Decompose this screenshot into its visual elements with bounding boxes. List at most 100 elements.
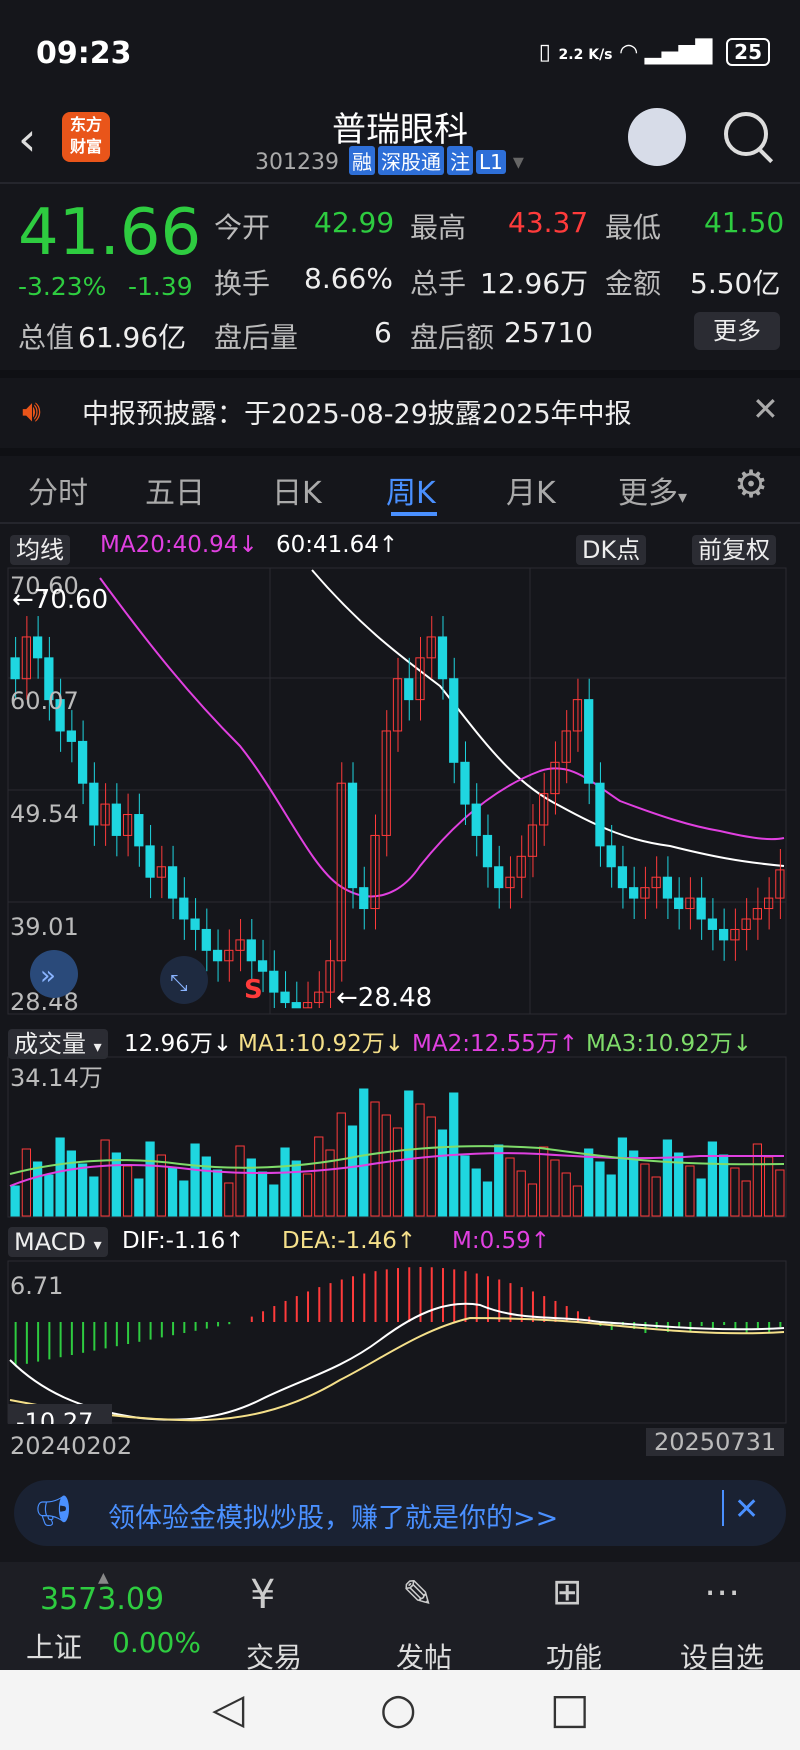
grid-icon[interactable]: ⊞ — [552, 1572, 582, 1613]
high-label: 最高 — [410, 211, 467, 244]
stock-code-line: 301239 融深股通注 L1 ▾ — [255, 146, 524, 175]
amount-label: 金额 — [605, 267, 662, 300]
volume-y-tick: 34.14万 — [10, 1064, 103, 1092]
volume-bar — [291, 1160, 301, 1217]
edit-icon[interactable]: ✎ — [402, 1572, 434, 1616]
volume-bar — [134, 1178, 144, 1217]
volume-bar — [381, 1114, 391, 1217]
candles-group — [10, 616, 785, 1009]
candle — [674, 897, 684, 910]
ma-selector[interactable]: 均线 — [10, 530, 70, 565]
volume-bar — [584, 1148, 594, 1217]
volume-value: 12.96万↓ — [124, 1031, 233, 1057]
y-tick-3: 49.54 — [10, 800, 79, 828]
low-label: 最低 — [605, 211, 662, 244]
volume-bar — [629, 1150, 639, 1217]
candle — [134, 814, 144, 847]
candle — [662, 876, 673, 899]
candle — [606, 845, 616, 868]
macd-chart[interactable]: 6.71 -10.27 — [0, 1260, 800, 1424]
candle — [595, 782, 605, 847]
macd-label: MACD ▾ — [8, 1227, 108, 1257]
volume-bar — [336, 1112, 346, 1217]
nav-home-icon[interactable]: ○ — [380, 1684, 417, 1733]
candle — [257, 960, 268, 972]
turnover-label: 换手 — [214, 267, 271, 300]
adjust-button[interactable]: 前复权 — [692, 530, 776, 565]
index-change[interactable]: 0.00% — [112, 1626, 201, 1659]
volume-bar — [32, 1161, 43, 1217]
current-price: 41.66 — [18, 196, 202, 270]
status-icons: ▯ 2.2 K/s ◠ ▂▄▆█ 25 — [539, 38, 770, 66]
candle — [719, 928, 729, 941]
candle — [201, 928, 211, 951]
y-tick-4: 39.01 — [10, 913, 79, 941]
index-value[interactable]: 3573.09 — [40, 1582, 164, 1617]
volume-ma2: MA2:12.55万↑ — [412, 1031, 579, 1057]
chevron-down-icon: ▾ — [93, 1037, 102, 1056]
chevron-down-icon[interactable]: ▾ — [513, 150, 524, 175]
candle — [111, 803, 121, 836]
dk-button[interactable]: DK点 — [576, 530, 647, 565]
candle — [629, 887, 639, 899]
volume-bar — [696, 1178, 706, 1217]
volume-bar — [415, 1103, 425, 1217]
index-name[interactable]: 上证 — [26, 1626, 82, 1666]
candle — [359, 887, 369, 910]
tab-more[interactable]: 更多▾ — [618, 468, 687, 512]
promo-text[interactable]: 领体验金模拟炒股，赚了就是你的>> — [108, 1496, 558, 1535]
close-icon[interactable]: ✕ — [752, 390, 779, 428]
volume-bar — [764, 1156, 774, 1217]
volume-selector[interactable]: 成交量 ▾ — [8, 1024, 108, 1059]
volume-bar — [482, 1181, 493, 1217]
dk-label: DK点 — [576, 535, 647, 565]
candle — [89, 782, 99, 826]
volume-chart[interactable]: 34.14万 — [0, 1056, 800, 1218]
yen-exchange-icon[interactable]: ¥ — [250, 1572, 275, 1618]
date-start: 20240202 — [10, 1432, 133, 1460]
change-pct: -3.23% — [18, 272, 107, 301]
tab-weekly-k[interactable]: 周K — [386, 468, 436, 512]
tab-intraday[interactable]: 分时 — [28, 468, 88, 512]
search-icon[interactable] — [724, 112, 768, 156]
tab-daily-k[interactable]: 日K — [272, 468, 322, 512]
tab-monthly-k[interactable]: 月K — [506, 468, 556, 512]
volume-bar — [527, 1183, 538, 1217]
volume-bar — [471, 1168, 481, 1217]
macd-dea: DEA:-1.46↑ — [282, 1228, 417, 1254]
candle — [269, 970, 279, 993]
volume-label-text: 成交量 — [14, 1030, 86, 1058]
volume-bar — [122, 1165, 133, 1217]
tab-active-indicator — [391, 512, 437, 516]
candle — [145, 845, 155, 878]
candle — [167, 866, 178, 899]
close-icon[interactable]: ✕ — [734, 1492, 759, 1527]
candle — [10, 657, 20, 680]
macd-y-top: 6.71 — [10, 1272, 63, 1300]
more-button[interactable]: 更多 — [694, 312, 780, 350]
nav-recents-icon[interactable]: □ — [550, 1684, 590, 1733]
after-amt-value: 25710 — [504, 316, 594, 349]
volume-bar — [662, 1139, 673, 1217]
kline-chart[interactable]: 70.60 60.07 49.54 39.01 28.48 ←70.60 ←28… — [0, 566, 800, 1016]
volume-bar — [89, 1176, 99, 1217]
macd-selector[interactable]: MACD ▾ — [8, 1227, 108, 1257]
robot-assistant-icon[interactable] — [628, 108, 686, 166]
vibrate-icon: ▯ — [538, 40, 551, 65]
nav-back-icon[interactable]: ◁ — [212, 1684, 244, 1733]
notice-text[interactable]: 中报预披露：于2025-08-29披露2025年中报 — [82, 392, 632, 431]
candle — [471, 803, 481, 836]
volume-bar — [617, 1137, 628, 1217]
low-value: 41.50 — [704, 206, 785, 239]
candle — [415, 657, 425, 701]
volume-bar — [269, 1184, 279, 1217]
candle — [494, 866, 504, 889]
tab-five-day[interactable]: 五日 — [145, 468, 205, 512]
more-circle-icon[interactable]: ⋯ — [704, 1572, 740, 1613]
status-time: 09:23 — [36, 36, 132, 71]
gear-icon[interactable]: ⚙ — [734, 462, 768, 506]
volume-bar — [561, 1172, 571, 1217]
open-label: 今开 — [214, 211, 271, 244]
volume-bar — [595, 1161, 605, 1217]
min-marker: ←28.48 — [336, 983, 432, 1013]
